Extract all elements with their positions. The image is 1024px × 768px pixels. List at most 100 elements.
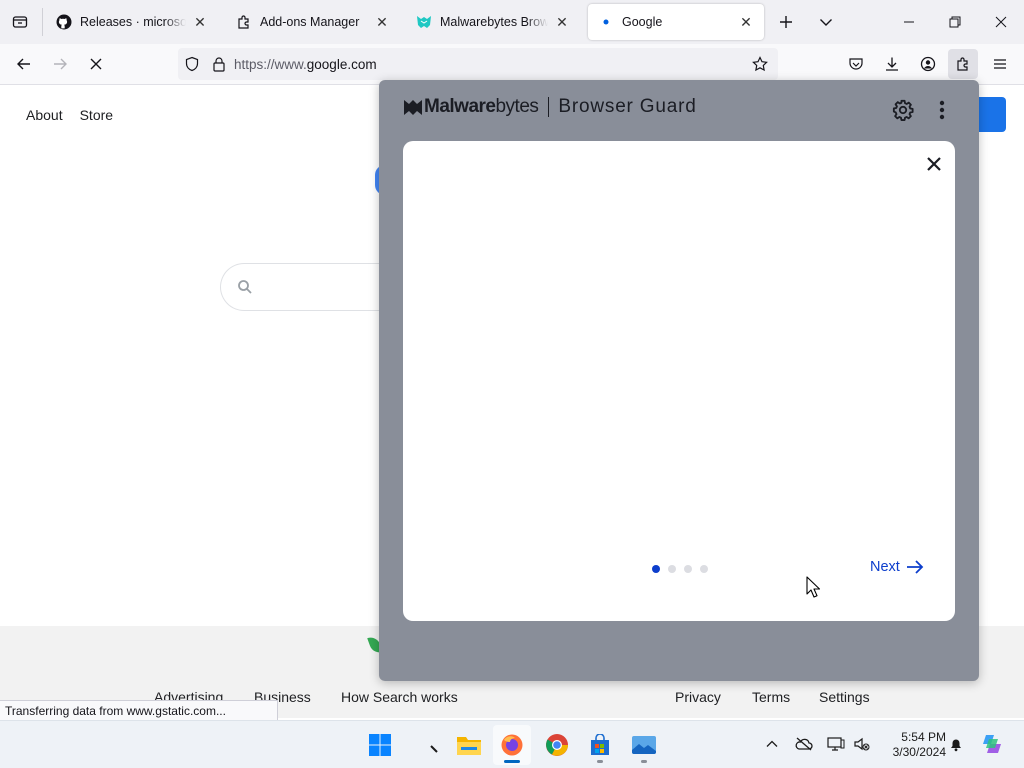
downloads-button[interactable]	[877, 49, 907, 79]
plus-icon	[780, 16, 792, 28]
close-tab-icon[interactable]: ✕	[374, 14, 390, 30]
search-taskbar-button[interactable]	[411, 725, 449, 765]
running-indicator	[597, 760, 603, 763]
url-scheme: https://www.	[234, 56, 307, 72]
network-monitor-icon	[827, 737, 845, 751]
network-tray-button[interactable]	[825, 733, 847, 755]
store-link[interactable]: Store	[80, 107, 113, 123]
chrome-taskbar-button[interactable]	[538, 725, 576, 765]
google-search-box[interactable]	[220, 263, 400, 311]
active-indicator	[504, 760, 520, 763]
pocket-icon	[849, 58, 863, 70]
firefox-icon	[501, 734, 523, 756]
next-button[interactable]: Next	[870, 559, 924, 575]
malwarebytes-header: Malwarebytes Browser Guard	[403, 96, 697, 118]
malwarebytes-logo-icon	[404, 100, 422, 115]
firefox-view-button[interactable]	[0, 0, 40, 44]
tab-releases[interactable]: Releases · microsoft/PowerToys ✕	[46, 4, 218, 40]
forward-button[interactable]	[45, 49, 75, 79]
arrow-right-icon	[906, 560, 924, 574]
address-bar[interactable]: https://www.google.com	[178, 48, 778, 80]
tab-addons-manager[interactable]: Add-ons Manager ✕	[226, 4, 400, 40]
settings-link[interactable]: Settings	[819, 689, 870, 705]
next-label: Next	[870, 559, 900, 575]
store-taskbar-button[interactable]	[581, 725, 619, 765]
list-all-tabs-button[interactable]	[812, 8, 840, 36]
puzzle-icon	[236, 14, 252, 30]
firefox-taskbar-button[interactable]	[493, 725, 531, 765]
arrow-left-icon	[17, 58, 30, 70]
tab-malwarebytes[interactable]: Malwarebytes Browser Guard ✕	[406, 4, 580, 40]
chrome-icon	[546, 734, 568, 756]
new-tab-button[interactable]	[772, 8, 800, 36]
tab-title: Google	[622, 15, 663, 29]
minimize-icon	[904, 21, 914, 23]
search-icon	[238, 280, 252, 294]
download-icon	[886, 57, 898, 71]
more-options-button[interactable]	[931, 97, 953, 123]
how-search-works-link[interactable]: How Search works	[341, 689, 458, 705]
pagination-dot-2[interactable]	[668, 565, 676, 573]
bookmark-star-icon[interactable]	[752, 56, 768, 72]
malwarebytes-icon	[416, 14, 432, 30]
navigation-toolbar: https://www.google.com	[0, 44, 1024, 85]
pagination-dot-4[interactable]	[700, 565, 708, 573]
pagination-dot-3[interactable]	[684, 565, 692, 573]
pagination-dot-1[interactable]	[652, 565, 660, 573]
minimize-button[interactable]	[886, 0, 932, 44]
file-explorer-button[interactable]	[450, 725, 488, 765]
bell-icon	[951, 739, 961, 752]
status-panel: Transferring data from www.gstatic.com..…	[0, 700, 278, 720]
chevron-up-icon	[766, 740, 778, 747]
header-divider	[548, 97, 550, 117]
product-name: Browser Guard	[558, 96, 697, 117]
cloud-off-icon	[795, 737, 813, 751]
extensions-button[interactable]	[948, 49, 978, 79]
tracking-protection-shield-icon[interactable]	[184, 56, 200, 72]
close-onboarding-button[interactable]	[921, 151, 947, 177]
lock-icon[interactable]	[212, 56, 226, 72]
onedrive-tray-button[interactable]	[793, 733, 815, 755]
tab-divider	[42, 8, 43, 36]
loading-dot-icon	[598, 14, 614, 30]
close-tab-icon[interactable]: ✕	[554, 14, 570, 30]
privacy-link[interactable]: Privacy	[675, 689, 721, 705]
firefox-view-icon	[12, 16, 28, 28]
stop-icon	[90, 58, 102, 70]
copilot-button[interactable]	[980, 733, 1004, 755]
restore-button[interactable]	[932, 0, 978, 44]
running-indicator	[641, 760, 647, 763]
url-host: google.com	[306, 56, 377, 72]
close-tab-icon[interactable]: ✕	[192, 14, 208, 30]
pocket-button[interactable]	[841, 49, 871, 79]
malwarebytes-wordmark: Malwarebytes	[424, 96, 539, 118]
windows-logo-icon	[369, 734, 391, 756]
tab-title: Malwarebytes Browser Guard	[440, 15, 548, 29]
copilot-icon	[983, 735, 1001, 753]
system-clock[interactable]: 5:54 PM 3/30/2024	[882, 730, 946, 760]
close-icon	[927, 157, 941, 171]
about-link[interactable]: About	[26, 107, 63, 123]
stop-button[interactable]	[81, 49, 111, 79]
malwarebytes-popup: Malwarebytes Browser Guard Next	[379, 80, 979, 681]
url-text[interactable]: https://www.google.com	[234, 57, 377, 72]
settings-button[interactable]	[890, 97, 916, 123]
tab-google[interactable]: Google ✕	[588, 4, 764, 40]
gear-icon	[892, 99, 914, 121]
notifications-button[interactable]	[945, 733, 967, 755]
terms-link[interactable]: Terms	[752, 689, 790, 705]
photos-taskbar-button[interactable]	[625, 725, 663, 765]
close-tab-icon[interactable]: ✕	[738, 14, 754, 30]
app-menu-button[interactable]	[985, 49, 1015, 79]
back-button[interactable]	[9, 49, 39, 79]
volume-tray-button[interactable]	[851, 733, 873, 755]
puzzle-icon	[957, 57, 968, 71]
account-button[interactable]	[913, 49, 943, 79]
show-hidden-icons-button[interactable]	[761, 733, 783, 755]
onboarding-card: Next	[403, 141, 955, 621]
tab-title: Releases · microsoft/PowerToys	[80, 15, 186, 29]
close-window-button[interactable]	[978, 0, 1024, 44]
start-button[interactable]	[361, 725, 399, 765]
hamburger-icon	[994, 59, 1006, 69]
brand-bold: Malware	[424, 96, 496, 117]
